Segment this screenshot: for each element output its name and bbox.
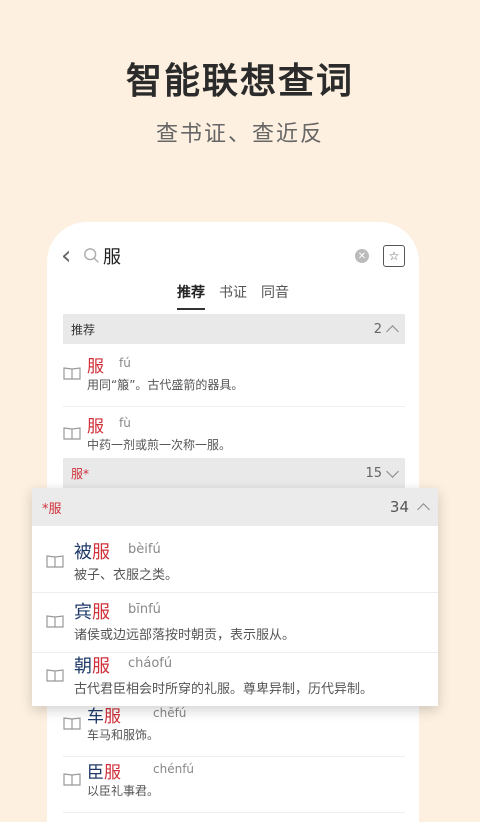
book-icon (63, 773, 81, 786)
list-item[interactable]: 臣服 chénfú 以臣礼事君。 (63, 752, 405, 813)
search-icon (84, 248, 99, 263)
favorite-star-icon[interactable]: ☆ (383, 245, 405, 267)
section-count: 34 (389, 498, 409, 516)
entry-pinyin: fú (119, 356, 131, 370)
chevron-up-icon (386, 324, 399, 338)
list-item[interactable]: 服 fú 用同“箙”。古代盛箭的器具。 (63, 346, 405, 407)
entry-prefix: 车 (87, 707, 104, 727)
entry-definition: 古代君臣相会时所穿的礼服。尊卑异制，历代异制。 (74, 682, 374, 697)
tab-citations[interactable]: 书证 (219, 282, 247, 310)
entry-definition: 中药一剂或煎一次称一服。 (87, 438, 232, 452)
section-count: 15 (365, 465, 382, 481)
chevron-up-icon (417, 502, 430, 516)
chevron-down-icon (386, 464, 399, 478)
entry-pinyin: chénfú (153, 762, 195, 776)
entry-headword: 服 (87, 357, 104, 377)
section-count: 2 (373, 321, 382, 337)
book-icon (46, 615, 64, 628)
search-bar: ‹ 服 ✕ ☆ (61, 236, 405, 276)
clear-icon[interactable]: ✕ (355, 249, 369, 263)
section-header-recommended[interactable]: 推荐 2 (63, 314, 405, 344)
entry-definition: 被子、衣服之类。 (74, 568, 179, 583)
back-arrow-icon[interactable]: ‹ (61, 241, 83, 271)
hero-title: 智能联想查词 (125, 61, 354, 102)
entry-pinyin: fù (119, 416, 131, 430)
entry-definition: 车马和服饰。 (87, 728, 160, 742)
result-tabs: 推荐 书证 同音 (47, 282, 419, 310)
book-icon (63, 367, 81, 380)
entry-definition: 诸侯或边远部落按时朝贡，表示服从。 (74, 628, 296, 643)
entry-definition: 以臣礼事君。 (87, 784, 160, 798)
entry-headword: 服 (92, 542, 110, 563)
tab-recommended[interactable]: 推荐 (177, 282, 205, 310)
entry-pinyin: chēfú (153, 706, 187, 720)
entry-prefix: 被 (74, 542, 92, 563)
section-label: 推荐 (71, 322, 96, 337)
book-icon (63, 717, 81, 730)
list-item[interactable]: 朝服 cháofú 古代君臣相会时所穿的礼服。尊卑异制，历代异制。 (32, 646, 438, 706)
entry-pinyin: bīnfú (128, 602, 161, 617)
suffix-results-card: *服 34 被服 bèifú 被子、衣服之类。 宾服 bīnfú 诸侯或边远部落… (32, 488, 438, 706)
hero-subtitle: 查书证、查近反 (155, 122, 324, 147)
section-header-prefix[interactable]: 服* 15 (63, 458, 405, 488)
entry-prefix: 宾 (74, 602, 92, 623)
entry-headword: 服 (92, 656, 110, 677)
entry-definition: 用同“箙”。古代盛箭的器具。 (87, 378, 244, 392)
entry-headword: 服 (104, 763, 121, 783)
entry-headword: 服 (87, 417, 104, 437)
book-icon (46, 555, 64, 568)
search-input[interactable]: 服 (103, 243, 355, 269)
book-icon (46, 669, 64, 682)
section-label: *服 (42, 501, 62, 517)
entry-prefix: 朝 (74, 656, 92, 677)
book-icon (63, 427, 81, 440)
section-label: 服* (71, 466, 90, 481)
entry-headword: 服 (104, 707, 121, 727)
list-item[interactable]: 被服 bèifú 被子、衣服之类。 (32, 532, 438, 593)
section-header-suffix[interactable]: *服 34 (32, 488, 438, 526)
entry-headword: 服 (92, 602, 110, 623)
entry-pinyin: cháofú (128, 656, 173, 671)
entry-pinyin: bèifú (128, 542, 161, 557)
entry-prefix: 臣 (87, 763, 104, 783)
tab-homophones[interactable]: 同音 (261, 282, 289, 310)
list-item[interactable]: 宾服 bīnfú 诸侯或边远部落按时朝贡，表示服从。 (32, 592, 438, 653)
